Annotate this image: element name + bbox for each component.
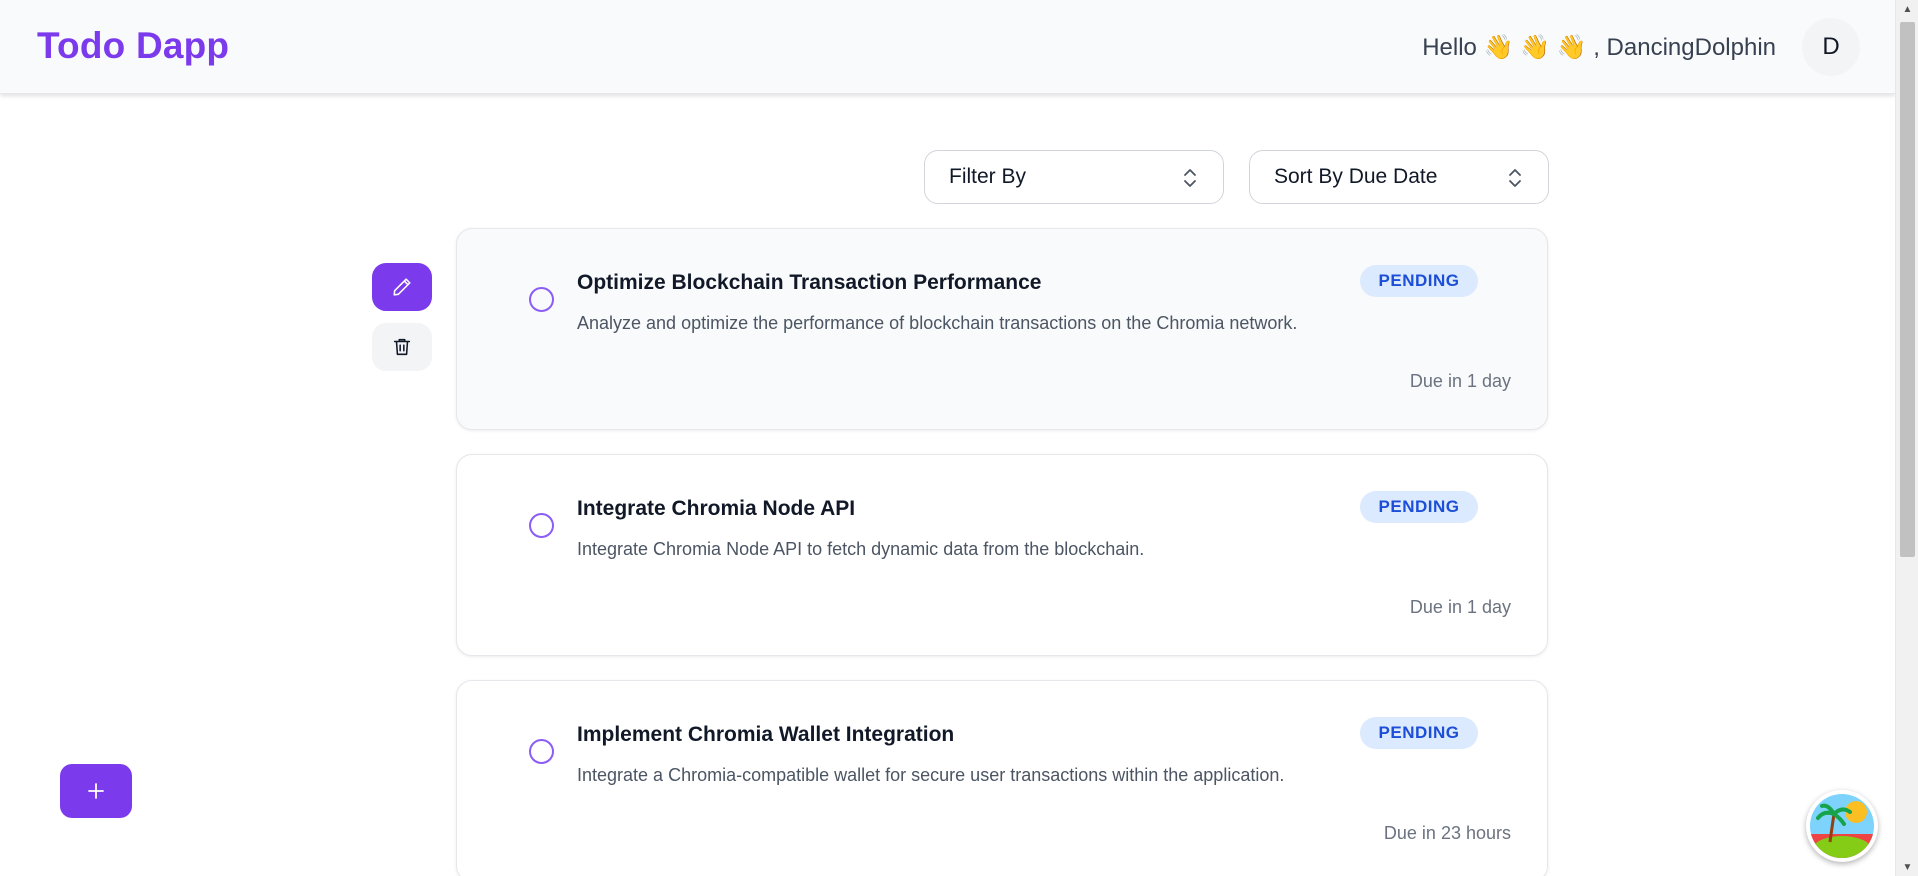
beach-avatar-icon[interactable]: [1806, 790, 1878, 862]
task-due: Due in 1 day: [1409, 371, 1511, 391]
scrollbar-thumb[interactable]: [1900, 22, 1915, 557]
complete-checkbox[interactable]: [529, 287, 554, 312]
avatar-initial: D: [1822, 33, 1840, 60]
scroll-up-icon[interactable]: ▲: [1896, 0, 1918, 18]
status-badge: PENDING: [1360, 265, 1478, 297]
delete-task-button[interactable]: [372, 323, 432, 371]
status-badge: PENDING: [1360, 491, 1478, 523]
pencil-icon: [393, 278, 411, 296]
task-title: Implement Chromia Wallet Integration: [577, 723, 955, 746]
add-task-button[interactable]: [60, 764, 132, 818]
task-due: Due in 23 hours: [1383, 823, 1511, 843]
plus-icon: [88, 783, 104, 799]
app-header: Todo Dapp Hello 👋 👋 👋 , DancingDolphin D: [0, 0, 1895, 94]
status-badge: PENDING: [1360, 717, 1478, 749]
task-card[interactable]: Integrate Chromia Node API Integrate Chr…: [456, 454, 1548, 656]
vertical-scrollbar[interactable]: ▲ ▼: [1895, 0, 1918, 876]
scroll-down-icon[interactable]: ▼: [1896, 858, 1918, 876]
trash-icon: [393, 338, 411, 356]
complete-checkbox[interactable]: [529, 739, 554, 764]
task-description: Analyze and optimize the performance of …: [577, 313, 1298, 333]
chevron-updown-icon: [1184, 169, 1196, 187]
filter-select[interactable]: Filter By: [924, 150, 1224, 204]
user-greeting: Hello 👋 👋 👋 , DancingDolphin: [1422, 34, 1776, 61]
filter-select-label: Filter By: [949, 165, 1027, 188]
sort-select[interactable]: Sort By Due Date: [1249, 150, 1549, 204]
palm-beach-icon: [1810, 794, 1874, 858]
edit-task-button[interactable]: [372, 263, 432, 311]
task-card[interactable]: Optimize Blockchain Transaction Performa…: [456, 228, 1548, 430]
sort-select-label: Sort By Due Date: [1274, 165, 1438, 188]
task-description: Integrate Chromia Node API to fetch dyna…: [577, 539, 1145, 559]
avatar[interactable]: D: [1802, 18, 1860, 76]
complete-checkbox[interactable]: [529, 513, 554, 538]
app-title[interactable]: Todo Dapp: [37, 25, 229, 67]
task-due: Due in 1 day: [1409, 597, 1511, 617]
task-title: Integrate Chromia Node API: [577, 497, 856, 520]
chevron-updown-icon: [1509, 169, 1521, 187]
task-card[interactable]: Implement Chromia Wallet Integration Int…: [456, 680, 1548, 876]
task-description: Integrate a Chromia-compatible wallet fo…: [577, 765, 1285, 785]
task-title: Optimize Blockchain Transaction Performa…: [577, 271, 1042, 294]
